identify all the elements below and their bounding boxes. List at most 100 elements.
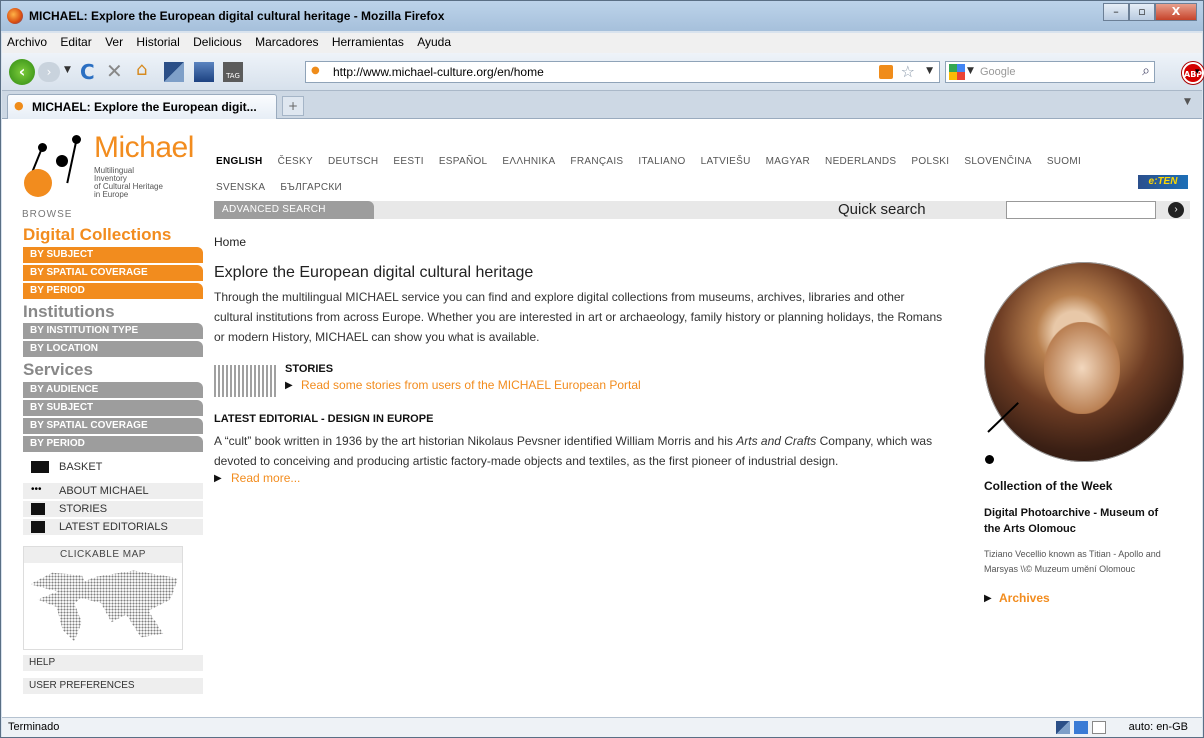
stories-link[interactable]: STORIES	[23, 501, 203, 517]
search-icon[interactable]: ⌕	[1142, 63, 1150, 79]
advanced-search-button[interactable]: ADVANCED SEARCH	[214, 201, 374, 219]
about-michael-label[interactable]: ABOUT MICHAEL	[59, 485, 149, 497]
tag-icon[interactable]: TAG	[223, 62, 243, 82]
dc-by-spatial-coverage[interactable]: BY SPATIAL COVERAGE	[23, 265, 203, 281]
lang-slovencina[interactable]: SLOVENČINA	[964, 149, 1031, 175]
lang-svenska[interactable]: SVENSKA	[216, 175, 265, 201]
bookmark-star-icon[interactable]: ☆	[901, 62, 915, 81]
adblock-plus-icon[interactable]: ABP	[1182, 62, 1204, 84]
tab-bar: ● MICHAEL: Explore the European digit...…	[2, 91, 1202, 119]
lang-cesky[interactable]: ČESKY	[278, 149, 313, 175]
lang-bulgarski[interactable]: БЪЛГАРСКИ	[280, 175, 342, 201]
inst-by-type[interactable]: BY INSTITUTION TYPE	[23, 323, 203, 339]
search-bar: ADVANCED SEARCH Quick search ›	[214, 201, 1190, 219]
svc-by-period[interactable]: BY PERIOD	[23, 436, 203, 452]
delicious-icon[interactable]	[164, 62, 184, 82]
url-text[interactable]: http://www.michael-culture.org/en/home	[333, 65, 544, 79]
clickable-map[interactable]: CLICKABLE MAP	[23, 546, 183, 650]
collection-name[interactable]: Digital Photoarchive - Museum of the Art…	[984, 505, 1174, 537]
michael-logo[interactable]: Michael Multilingual Inventory of Cultur…	[22, 129, 202, 209]
digital-collections-heading[interactable]: Digital Collections	[23, 225, 171, 245]
lang-polski[interactable]: POLSKI	[911, 149, 949, 175]
web-search-box[interactable]: ▼ Google ⌕	[945, 61, 1155, 83]
lang-ellinika[interactable]: ΕΛΛΗΝΙΚΑ	[502, 149, 555, 175]
url-dropdown-icon[interactable]: ▼	[926, 66, 933, 76]
eten-logo[interactable]: e:TEN	[1138, 175, 1188, 189]
latest-editorials-label[interactable]: LATEST EDITORIALS	[59, 521, 168, 533]
browser-window: MICHAEL: Explore the European digital cu…	[0, 0, 1204, 738]
google-icon[interactable]	[949, 64, 965, 80]
stories-link-main[interactable]: Read some stories from users of the MICH…	[301, 378, 641, 392]
inst-by-location[interactable]: BY LOCATION	[23, 341, 203, 357]
svc-by-spatial-coverage[interactable]: BY SPATIAL COVERAGE	[23, 418, 203, 434]
help-link[interactable]: HELP	[23, 655, 203, 671]
svc-by-subject[interactable]: BY SUBJECT	[23, 400, 203, 416]
basket-link[interactable]: BASKET	[23, 459, 203, 475]
home-icon[interactable]: ⌂	[136, 59, 147, 83]
lang-english[interactable]: ENGLISH	[216, 149, 263, 175]
world-map-image[interactable]	[30, 570, 178, 642]
archives-link[interactable]: Archives	[999, 591, 1050, 605]
title-bar: MICHAEL: Explore the European digital cu…	[1, 1, 1203, 31]
quick-search-label: Quick search	[838, 201, 926, 218]
tab-michael[interactable]: ● MICHAEL: Explore the European digit...	[7, 94, 277, 119]
lang-italiano[interactable]: ITALIANO	[638, 149, 685, 175]
rss-feed-icon[interactable]	[879, 65, 893, 79]
stop-icon[interactable]: ✕	[106, 59, 123, 83]
lang-francais[interactable]: FRANÇAIS	[570, 149, 623, 175]
lang-latviesu[interactable]: LATVIEŠU	[701, 149, 751, 175]
lang-deutsch[interactable]: DEUTSCH	[328, 149, 378, 175]
lang-suomi[interactable]: SUOMI	[1047, 149, 1081, 175]
services-heading[interactable]: Services	[23, 360, 93, 380]
language-selector: ENGLISH ČESKY DEUTSCH EESTI ESPAÑOL ΕΛΛΗΝΙΚΑ F…	[216, 149, 1176, 201]
latest-editorials-link[interactable]: LATEST EDITORIALS	[23, 519, 203, 535]
basket-label[interactable]: BASKET	[59, 461, 102, 473]
lang-espanol[interactable]: ESPAÑOL	[439, 149, 488, 175]
reload-icon[interactable]: C	[80, 60, 95, 84]
new-tab-button[interactable]: +	[282, 96, 304, 116]
about-michael-link[interactable]: ••• ABOUT MICHAEL	[23, 483, 203, 499]
quick-search-go-icon[interactable]: ›	[1168, 202, 1184, 218]
url-bar[interactable]: ● http://www.michael-culture.org/en/home…	[305, 61, 940, 83]
menu-historial[interactable]: Historial	[131, 33, 184, 51]
status-delicious-icon[interactable]	[1056, 721, 1070, 734]
tab-list-icon[interactable]: ▼	[1184, 97, 1198, 113]
menu-editar[interactable]: Editar	[55, 33, 96, 51]
institutions-heading[interactable]: Institutions	[23, 302, 115, 322]
dc-by-period[interactable]: BY PERIOD	[23, 283, 203, 299]
menu-delicious[interactable]: Delicious	[188, 33, 247, 51]
lang-nederlands[interactable]: NEDERLANDS	[825, 149, 896, 175]
adblock-dropdown-icon[interactable]: ▾	[1195, 67, 1200, 77]
painting-pointer-dot	[985, 455, 994, 464]
status-snowflake-icon[interactable]	[1074, 721, 1088, 734]
dc-by-subject[interactable]: BY SUBJECT	[23, 247, 203, 263]
svc-by-audience[interactable]: BY AUDIENCE	[23, 382, 203, 398]
menu-archivo[interactable]: Archivo	[2, 33, 52, 51]
menu-herramientas[interactable]: Herramientas	[327, 33, 409, 51]
lang-magyar[interactable]: MAGYAR	[766, 149, 810, 175]
collection-painting-image[interactable]	[984, 262, 1184, 462]
tab-favicon-icon: ●	[14, 99, 24, 112]
search-engine-dropdown-icon[interactable]: ▼	[967, 66, 974, 76]
forward-arrow-icon[interactable]: ›	[38, 62, 60, 82]
search-placeholder[interactable]: Google	[980, 66, 1015, 78]
bookmarks-sidebar-icon[interactable]	[194, 62, 214, 82]
history-dropdown-icon[interactable]: ▼	[64, 65, 74, 89]
menu-ayuda[interactable]: Ayuda	[412, 33, 456, 51]
logo-tagline: Multilingual Inventory of Cultural Herit…	[94, 167, 163, 199]
maximize-button[interactable]: ▫	[1129, 3, 1155, 21]
user-preferences-link[interactable]: USER PREFERENCES	[23, 678, 203, 694]
stories-label[interactable]: STORIES	[59, 503, 107, 515]
status-mail-icon[interactable]	[1092, 721, 1106, 734]
read-more-link[interactable]: Read more...	[231, 471, 300, 485]
window-title: MICHAEL: Explore the European digital cu…	[29, 9, 445, 23]
lang-eesti[interactable]: EESTI	[393, 149, 423, 175]
back-arrow-icon[interactable]: ‹	[9, 59, 35, 85]
status-language[interactable]: auto: en-GB	[1129, 721, 1188, 733]
menu-ver[interactable]: Ver	[100, 33, 128, 51]
tab-label[interactable]: MICHAEL: Explore the European digit...	[32, 100, 257, 114]
menu-marcadores[interactable]: Marcadores	[250, 33, 323, 51]
close-button[interactable]: X	[1155, 3, 1197, 21]
quick-search-input[interactable]	[1006, 201, 1156, 219]
minimize-button[interactable]: –	[1103, 3, 1129, 21]
